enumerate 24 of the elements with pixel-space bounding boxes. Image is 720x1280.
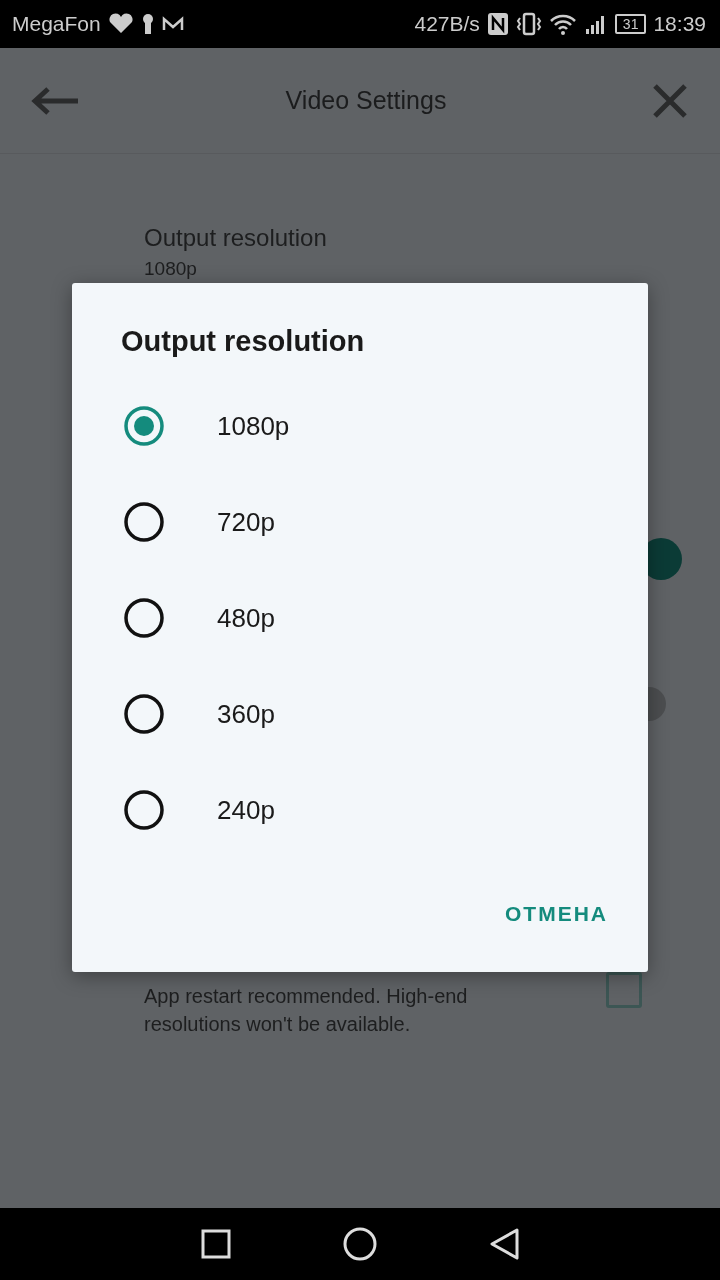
recents-icon[interactable]	[200, 1228, 232, 1260]
mail-icon	[161, 16, 184, 32]
network-speed: 427B/s	[414, 12, 480, 36]
carrier-name: MegaFon	[12, 12, 101, 36]
setting-value: 1080p	[144, 258, 198, 280]
radio-option[interactable]: 720p	[72, 474, 648, 570]
cancel-button[interactable]: ОТМЕНА	[493, 892, 620, 936]
heart-icon	[107, 13, 134, 35]
radio-option[interactable]: 360p	[72, 666, 648, 762]
screen-title: Video Settings	[285, 86, 447, 115]
setting-description: App restart recommended. High-end resolutions won't be available.	[144, 984, 469, 1037]
nfc-icon	[486, 12, 509, 36]
dialog-title: Output resolution	[121, 325, 366, 358]
wifi-icon	[548, 13, 577, 35]
clock: 18:39	[653, 12, 706, 36]
setting-title: Output resolution	[144, 224, 328, 252]
radio-option[interactable]: 240p	[72, 762, 648, 858]
back-icon[interactable]	[488, 1227, 520, 1261]
vibrate-icon	[515, 12, 542, 36]
keyhole-icon	[140, 13, 155, 35]
radio-option[interactable]: 480p	[72, 570, 648, 666]
battery-level: 31	[614, 14, 647, 34]
home-icon[interactable]	[342, 1226, 378, 1262]
radio-option[interactable]: 1080p	[72, 378, 648, 474]
